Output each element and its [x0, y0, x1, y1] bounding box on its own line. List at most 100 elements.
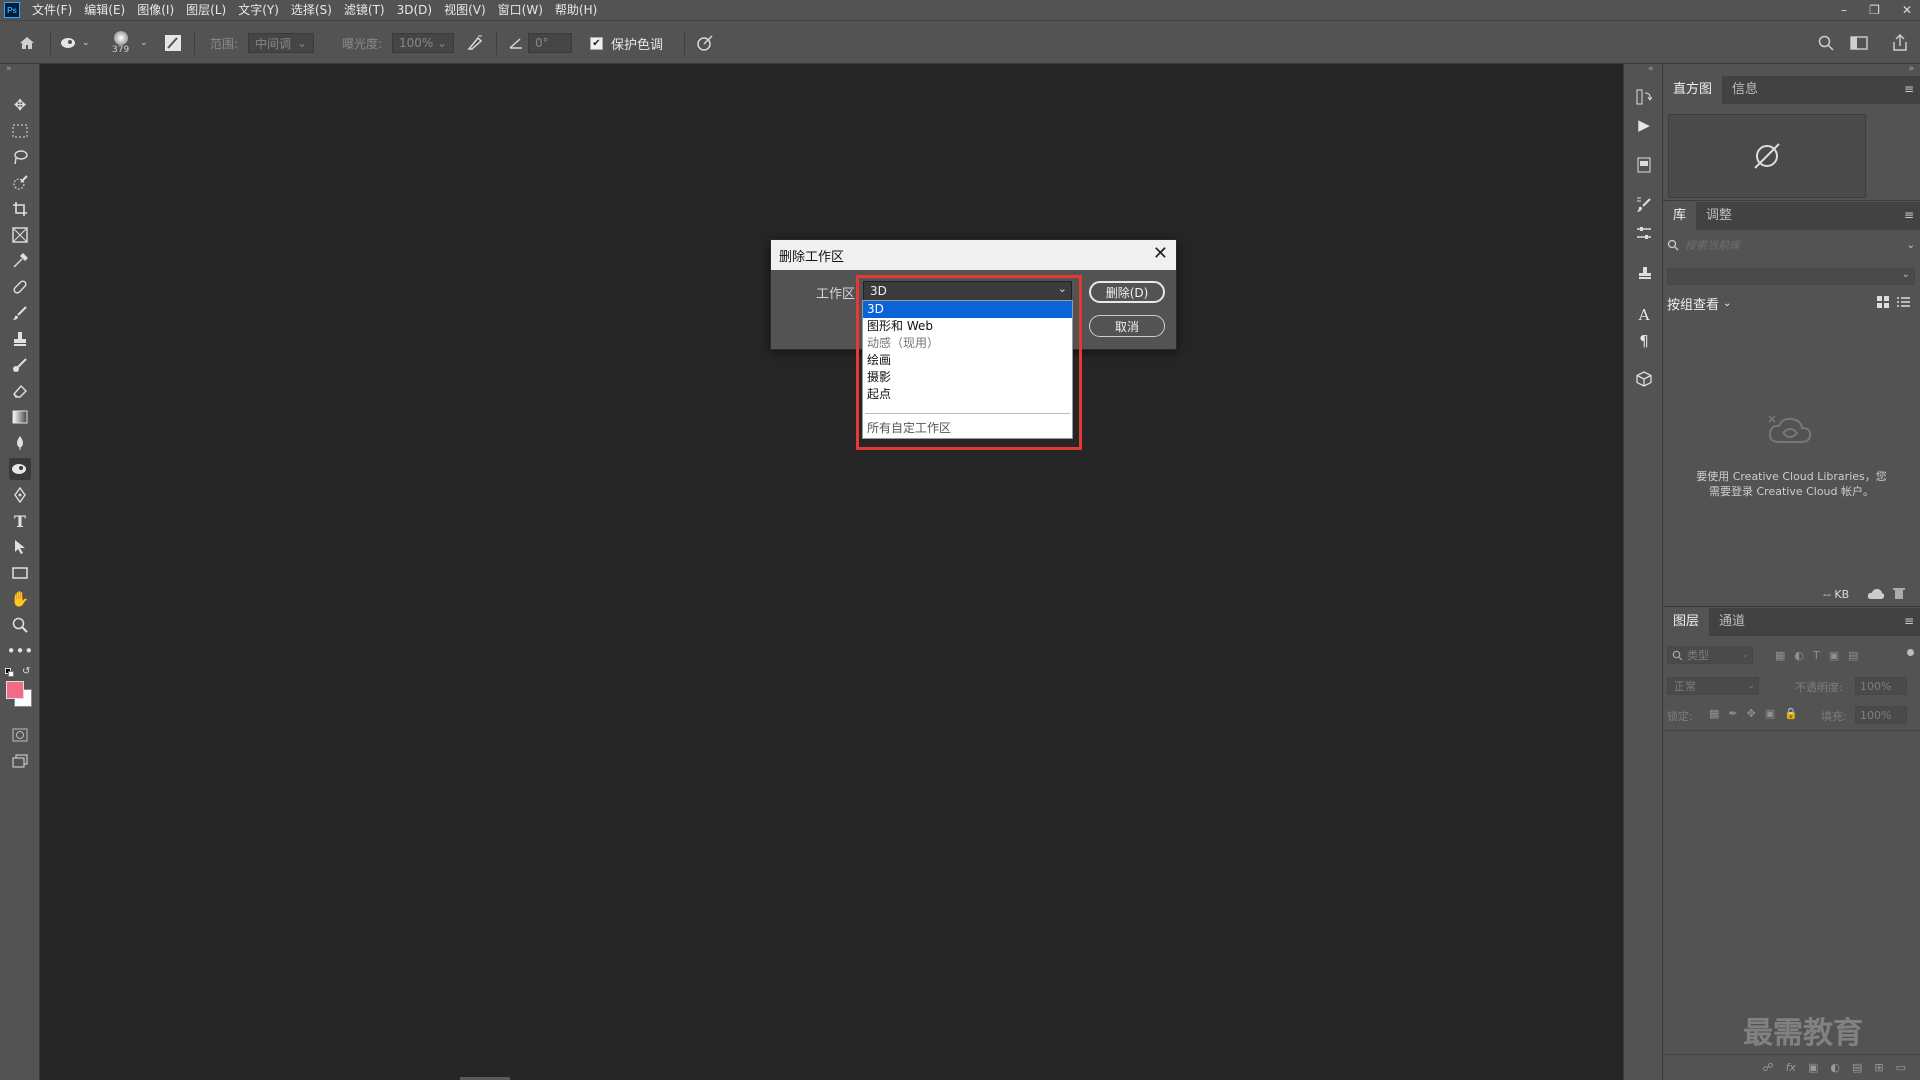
- lock-all-icon[interactable]: 🔒: [1784, 707, 1798, 720]
- rectangle-tool-icon[interactable]: [9, 562, 31, 584]
- foreground-color-swatch[interactable]: [6, 681, 24, 699]
- menu-3d[interactable]: 3D(D): [391, 0, 438, 20]
- clone-source-panel-icon[interactable]: [1633, 262, 1655, 284]
- close-icon[interactable]: ✕: [1153, 244, 1168, 264]
- actions-play-icon[interactable]: ▶: [1633, 114, 1655, 136]
- expand-panel-icon[interactable]: »: [6, 64, 12, 74]
- add-mask-icon[interactable]: ▣: [1808, 1061, 1818, 1074]
- default-colors-icon[interactable]: [5, 668, 15, 678]
- layer-filter-select[interactable]: 类型 ⌄: [1667, 646, 1753, 664]
- menu-type[interactable]: 文字(Y): [232, 0, 285, 20]
- marquee-tool-icon[interactable]: [9, 120, 31, 142]
- pen-tool-icon[interactable]: [9, 484, 31, 506]
- filter-adjustment-icon[interactable]: ◐: [1794, 649, 1804, 662]
- adjustment-layer-icon[interactable]: ◐: [1830, 1061, 1840, 1074]
- history-brush-tool-icon[interactable]: [9, 354, 31, 376]
- eraser-tool-icon[interactable]: [9, 380, 31, 402]
- menu-window[interactable]: 窗口(W): [492, 0, 549, 20]
- collapse-panel-icon[interactable]: «: [1648, 64, 1654, 74]
- restore-icon[interactable]: ❐: [1869, 3, 1880, 17]
- tab-info[interactable]: 信息: [1722, 76, 1768, 104]
- lock-artboard-icon[interactable]: ▣: [1765, 707, 1775, 720]
- protect-tones-checkbox[interactable]: ✔ 保护色调: [590, 21, 663, 65]
- properties-panel-icon[interactable]: [1633, 154, 1655, 176]
- lock-pixels-icon[interactable]: ✒: [1728, 707, 1737, 720]
- airbrush-icon[interactable]: [466, 21, 484, 65]
- hand-tool-icon[interactable]: ✋: [9, 588, 31, 610]
- cancel-button[interactable]: 取消: [1089, 315, 1165, 337]
- blur-tool-icon[interactable]: [9, 432, 31, 454]
- menu-help[interactable]: 帮助(H): [549, 0, 603, 20]
- move-tool-icon[interactable]: ✥: [9, 94, 31, 116]
- delete-layer-icon[interactable]: ▭: [1896, 1061, 1906, 1074]
- tab-layers[interactable]: 图层: [1663, 608, 1710, 636]
- panel-menu-icon[interactable]: ≡: [1904, 82, 1914, 96]
- group-view-dropdown[interactable]: 按组查看 ⌄: [1667, 294, 1731, 313]
- brush-settings-icon[interactable]: [164, 21, 182, 65]
- link-layers-icon[interactable]: ☍: [1762, 1061, 1773, 1074]
- tab-libraries[interactable]: 库: [1663, 202, 1697, 230]
- menu-view[interactable]: 视图(V): [438, 0, 492, 20]
- range-select[interactable]: 中间调 ⌄: [248, 33, 314, 53]
- search-icon[interactable]: [1818, 21, 1834, 65]
- lock-position-icon[interactable]: ✥: [1747, 707, 1756, 720]
- tool-preset-picker[interactable]: ⌄: [60, 21, 90, 65]
- eyedropper-tool-icon[interactable]: [9, 250, 31, 272]
- zoom-tool-icon[interactable]: [9, 614, 31, 636]
- cloud-sync-icon[interactable]: [1867, 588, 1885, 603]
- canvas-area[interactable]: [41, 64, 1623, 1080]
- new-layer-icon[interactable]: ⊞: [1874, 1061, 1883, 1074]
- menu-select[interactable]: 选择(S): [285, 0, 338, 20]
- menu-layer[interactable]: 图层(L): [180, 0, 232, 20]
- trash-icon[interactable]: [1893, 587, 1905, 603]
- pressure-size-icon[interactable]: [696, 21, 714, 65]
- tab-channels[interactable]: 通道: [1709, 608, 1755, 636]
- quick-mask-icon[interactable]: [9, 724, 31, 746]
- clone-stamp-tool-icon[interactable]: [9, 328, 31, 350]
- filter-pixel-icon[interactable]: ▦: [1775, 649, 1785, 662]
- home-icon[interactable]: [18, 21, 36, 65]
- frame-tool-icon[interactable]: [9, 224, 31, 246]
- exposure-input[interactable]: 100% ⌄: [392, 33, 454, 53]
- delete-button[interactable]: 删除(D): [1089, 281, 1165, 303]
- workspace-icon[interactable]: [1850, 21, 1868, 65]
- filter-type-icon[interactable]: T: [1813, 649, 1820, 662]
- grid-view-icon[interactable]: [1877, 296, 1890, 312]
- brush-size-picker[interactable]: 379: [112, 21, 129, 65]
- type-tool-icon[interactable]: T: [9, 510, 31, 532]
- screen-mode-icon[interactable]: [9, 750, 31, 772]
- layer-style-icon[interactable]: fx: [1786, 1061, 1796, 1074]
- quick-selection-tool-icon[interactable]: [9, 172, 31, 194]
- lock-transparency-icon[interactable]: ▦: [1709, 707, 1719, 720]
- character-panel-icon[interactable]: A: [1633, 304, 1655, 326]
- more-tools-icon[interactable]: •••: [7, 640, 34, 662]
- minimize-icon[interactable]: –: [1841, 3, 1847, 17]
- menu-image[interactable]: 图像(I): [131, 0, 180, 20]
- 3d-panel-icon[interactable]: [1633, 368, 1655, 390]
- menu-filter[interactable]: 滤镜(T): [338, 0, 391, 20]
- adjustments-panel-icon[interactable]: [1633, 222, 1655, 244]
- fill-input[interactable]: 100%: [1855, 706, 1907, 724]
- new-group-icon[interactable]: ▤: [1852, 1061, 1862, 1074]
- tab-adjustments[interactable]: 调整: [1696, 202, 1742, 230]
- library-select[interactable]: ⌄: [1667, 268, 1915, 285]
- panel-menu-icon[interactable]: ≡: [1904, 614, 1914, 628]
- tab-histogram[interactable]: 直方图: [1663, 76, 1723, 104]
- filter-toggle-icon[interactable]: [1907, 649, 1914, 656]
- brushes-panel-icon[interactable]: [1633, 194, 1655, 216]
- gradient-tool-icon[interactable]: [9, 406, 31, 428]
- lasso-tool-icon[interactable]: [9, 146, 31, 168]
- filter-smart-object-icon[interactable]: ▤: [1848, 649, 1858, 662]
- menu-edit[interactable]: 编辑(E): [78, 0, 131, 20]
- filter-shape-icon[interactable]: ▣: [1829, 649, 1839, 662]
- sponge-tool-icon[interactable]: [9, 458, 31, 480]
- healing-brush-tool-icon[interactable]: [9, 276, 31, 298]
- close-icon[interactable]: ✕: [1902, 3, 1912, 17]
- panel-menu-icon[interactable]: ≡: [1904, 208, 1914, 222]
- swap-colors-icon[interactable]: ↺: [22, 666, 30, 677]
- blend-mode-select[interactable]: 正常 ⌄: [1667, 677, 1759, 695]
- path-selection-tool-icon[interactable]: [9, 536, 31, 558]
- library-search[interactable]: 搜索当前库 ⌄: [1667, 236, 1915, 254]
- crop-tool-icon[interactable]: [9, 198, 31, 220]
- paragraph-panel-icon[interactable]: ¶: [1633, 330, 1655, 352]
